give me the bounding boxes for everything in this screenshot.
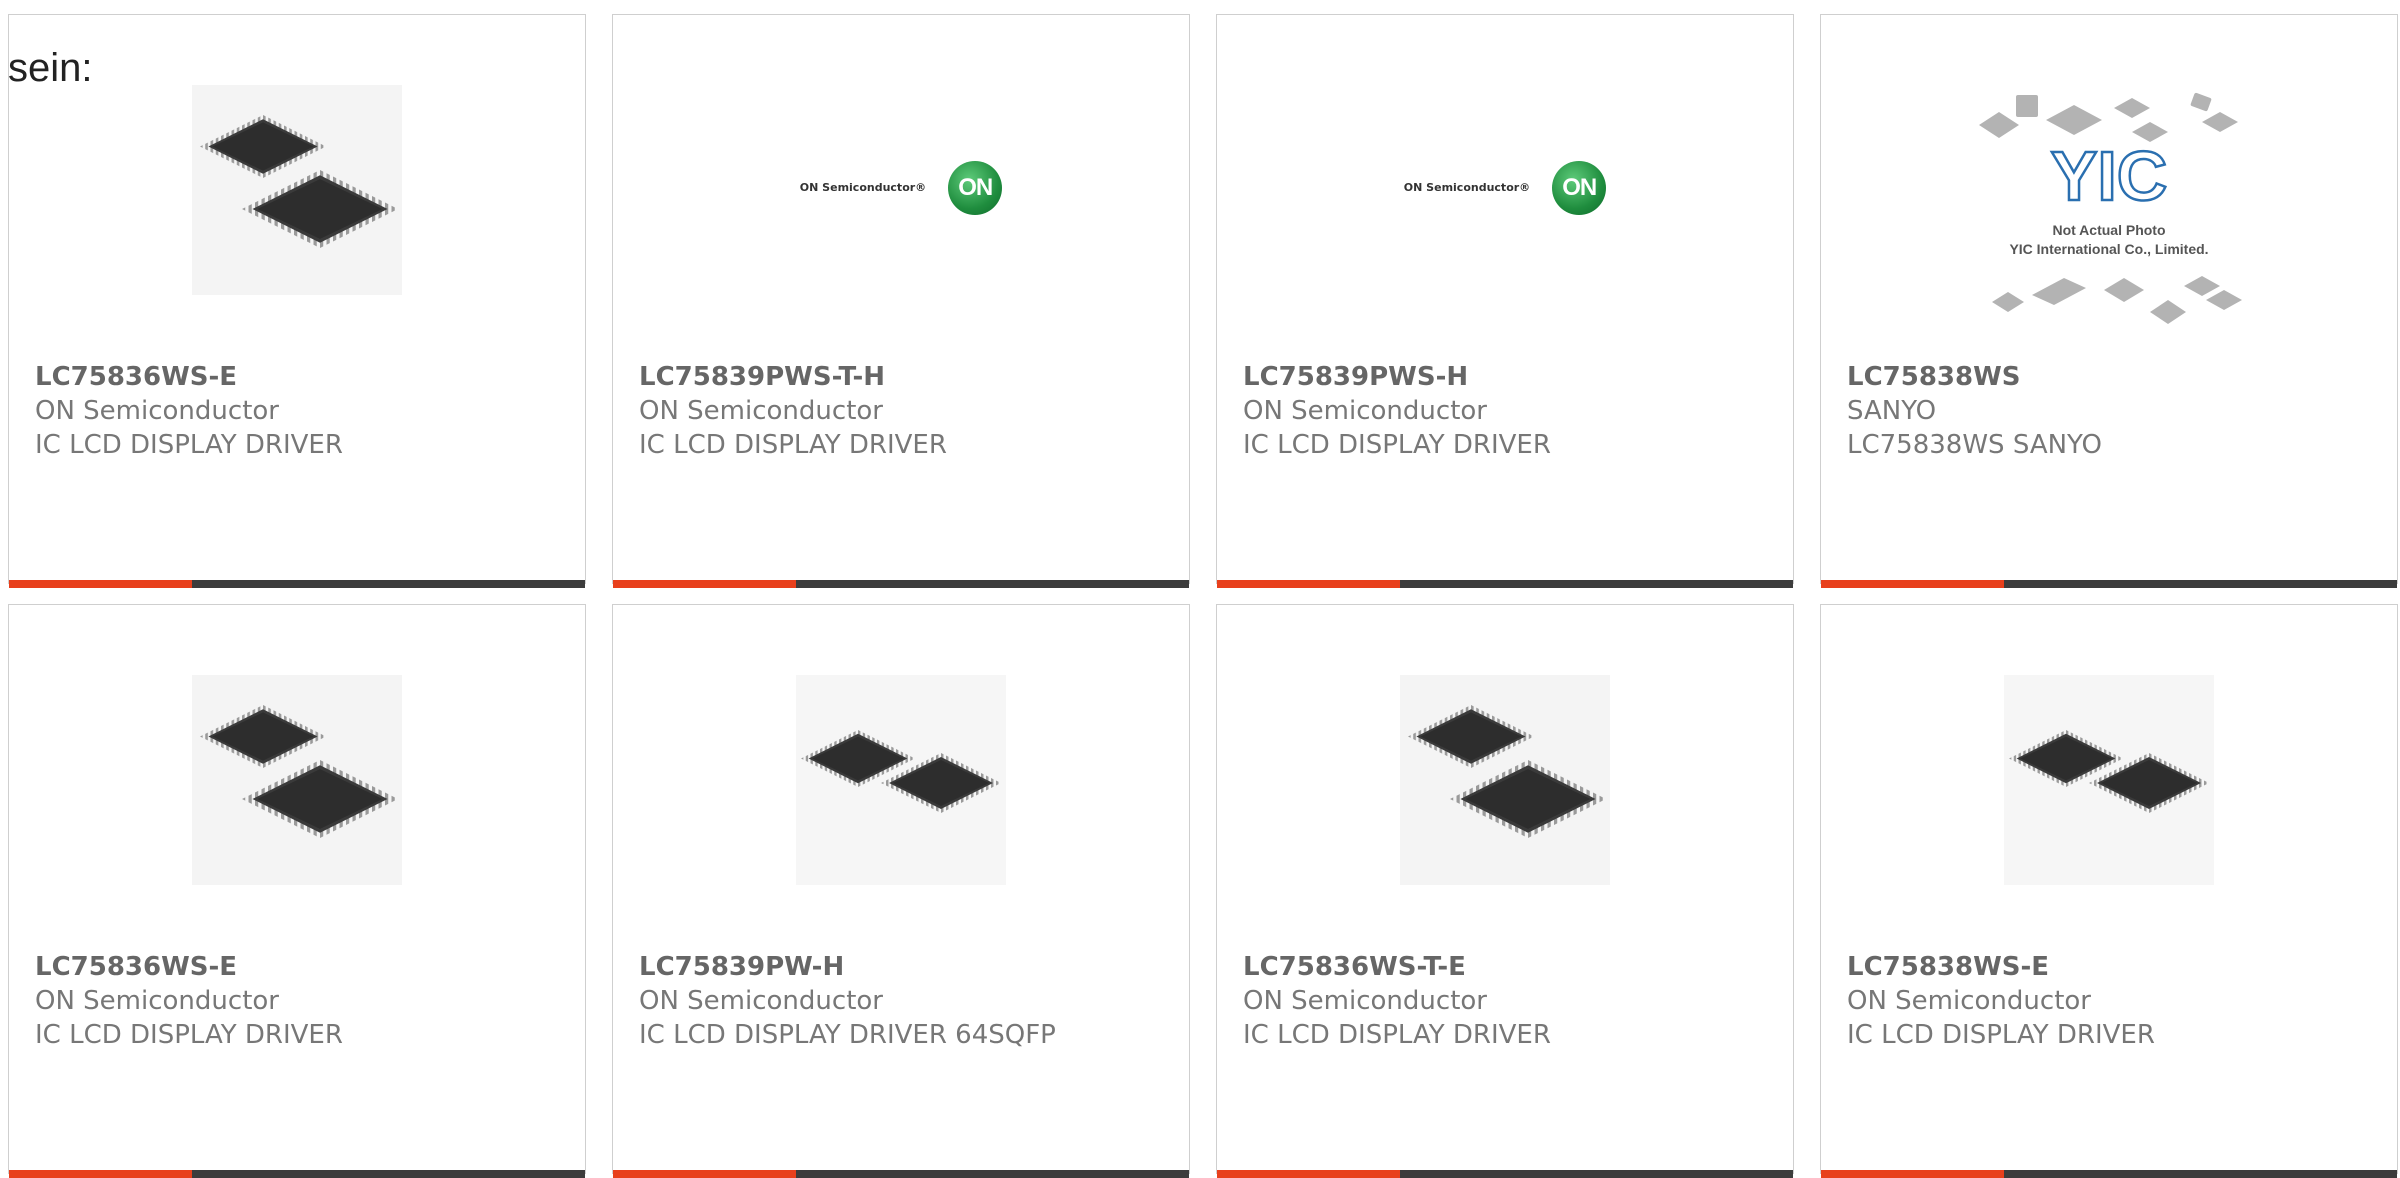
- product-image[interactable]: [9, 75, 585, 305]
- on-badge-icon: ON: [1552, 160, 1607, 215]
- qfp-chip-image: [1400, 675, 1610, 885]
- card-accent: [613, 580, 796, 588]
- qfp-chip-image: [192, 85, 402, 295]
- product-card[interactable]: ON Semiconductor® ON LC75839PWS-H ON Sem…: [1216, 14, 1794, 588]
- card-accent: [1821, 1170, 2004, 1178]
- product-image[interactable]: [613, 665, 1189, 895]
- part-number[interactable]: LC75839PWS-T-H: [639, 360, 947, 394]
- yic-note-line1: Not Actual Photo: [2052, 222, 2165, 238]
- description: IC LCD DISPLAY DRIVER: [1243, 1020, 1551, 1050]
- description: IC LCD DISPLAY DRIVER: [1847, 1020, 2155, 1050]
- qfp-chip-image: [796, 675, 1006, 885]
- part-number[interactable]: LC75836WS-E: [35, 360, 343, 394]
- card-bar: [9, 580, 585, 588]
- product-card[interactable]: LC75838WS-E ON Semiconductor IC LCD DISP…: [1820, 604, 2398, 1178]
- manufacturer: ON Semiconductor: [639, 986, 883, 1016]
- product-card[interactable]: ON Semiconductor® ON LC75839PWS-T-H ON S…: [612, 14, 1190, 588]
- card-accent: [9, 1170, 192, 1178]
- card-bar: [613, 580, 1189, 588]
- card-bar: [613, 1170, 1189, 1178]
- product-image[interactable]: [9, 665, 585, 895]
- product-image[interactable]: [1821, 665, 2397, 895]
- product-image[interactable]: ON Semiconductor® ON: [1217, 75, 1793, 305]
- manufacturer: ON Semiconductor: [1847, 986, 2091, 1016]
- on-badge-icon: ON: [948, 160, 1003, 215]
- card-accent: [1821, 580, 2004, 588]
- description: IC LCD DISPLAY DRIVER: [639, 430, 947, 460]
- part-number[interactable]: LC75838WS: [1847, 360, 2102, 394]
- manufacturer: ON Semiconductor: [35, 396, 279, 426]
- manufacturer: ON Semiconductor: [1243, 396, 1487, 426]
- card-bar: [1217, 1170, 1793, 1178]
- product-card[interactable]: LC75836WS-T-E ON Semiconductor IC LCD DI…: [1216, 604, 1794, 1178]
- product-card[interactable]: LC75839PW-H ON Semiconductor IC LCD DISP…: [612, 604, 1190, 1178]
- manufacturer: ON Semiconductor: [639, 396, 883, 426]
- description: IC LCD DISPLAY DRIVER: [1243, 430, 1551, 460]
- card-bar: [1217, 580, 1793, 588]
- card-bar: [1821, 1170, 2397, 1178]
- yic-note-line2: YIC International Co., Limited.: [2009, 241, 2208, 257]
- product-card[interactable]: LC75836WS-E ON Semiconductor IC LCD DISP…: [8, 14, 586, 588]
- logo-text: ON Semiconductor®: [1403, 181, 1531, 194]
- card-bar: [9, 1170, 585, 1178]
- description: IC LCD DISPLAY DRIVER: [35, 430, 343, 460]
- qfp-chip-image: [2004, 675, 2214, 885]
- card-bar: [1821, 580, 2397, 588]
- description: IC LCD DISPLAY DRIVER 64SQFP: [639, 1020, 1056, 1050]
- part-number[interactable]: LC75836WS-T-E: [1243, 950, 1551, 984]
- product-card[interactable]: YIC Not Actual Photo YIC International C…: [1820, 14, 2398, 588]
- card-accent: [1217, 580, 1400, 588]
- qfp-chip-image: [192, 675, 402, 885]
- card-accent: [1217, 1170, 1400, 1178]
- yic-logo-mark: YIC: [2051, 137, 2168, 215]
- yic-placeholder-image: YIC Not Actual Photo YIC International C…: [1979, 92, 2242, 324]
- on-semiconductor-logo: ON Semiconductor® ON: [1403, 160, 1607, 215]
- description: LC75838WS SANYO: [1847, 430, 2102, 460]
- product-image[interactable]: [1217, 665, 1793, 895]
- part-number[interactable]: LC75836WS-E: [35, 950, 343, 984]
- manufacturer: ON Semiconductor: [35, 986, 279, 1016]
- part-number[interactable]: LC75839PW-H: [639, 950, 1056, 984]
- product-image[interactable]: ON Semiconductor® ON: [613, 75, 1189, 305]
- manufacturer: SANYO: [1847, 396, 1937, 426]
- part-number[interactable]: LC75838WS-E: [1847, 950, 2155, 984]
- card-accent: [9, 580, 192, 588]
- intro-text: sein:: [8, 46, 93, 90]
- logo-text: ON Semiconductor®: [799, 181, 927, 194]
- product-image[interactable]: YIC Not Actual Photo YIC International C…: [1821, 92, 2397, 325]
- manufacturer: ON Semiconductor: [1243, 986, 1487, 1016]
- description: IC LCD DISPLAY DRIVER: [35, 1020, 343, 1050]
- part-number[interactable]: LC75839PWS-H: [1243, 360, 1551, 394]
- on-semiconductor-logo: ON Semiconductor® ON: [799, 160, 1003, 215]
- product-card[interactable]: LC75836WS-E ON Semiconductor IC LCD DISP…: [8, 604, 586, 1178]
- card-accent: [613, 1170, 796, 1178]
